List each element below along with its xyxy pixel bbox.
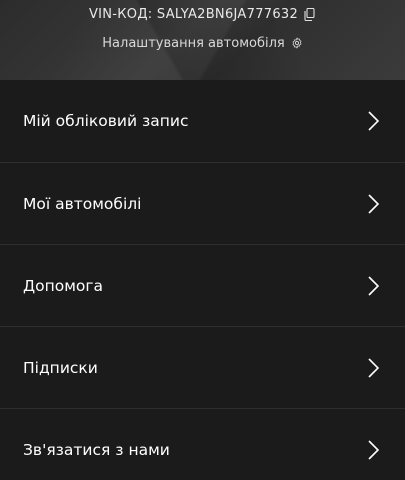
vin-text: VIN-КОД: SALYA2BN6JA777632 (88, 6, 299, 22)
vehicle-header: VIN-КОД: SALYA2BN6JA777632 Налаштування … (0, 0, 405, 80)
menu-item-label: Підписки (23, 358, 98, 377)
chevron-right-icon (368, 275, 379, 296)
chevron-right-icon (368, 440, 379, 460)
chevron-right-icon (368, 357, 379, 378)
vehicle-settings-label: Налаштування автомобіля (102, 35, 285, 51)
menu-item-help[interactable]: Допомога (0, 245, 405, 327)
menu-item-label: Допомога (23, 276, 104, 295)
menu-item-my-account[interactable]: Мій обліковий запис (0, 80, 405, 163)
vehicle-settings-link[interactable]: Налаштування автомобіля (0, 33, 405, 53)
menu-item-label: Мої автомобілі (23, 194, 142, 213)
account-menu: Мій обліковий запис Мої автомобілі Допом… (0, 80, 405, 480)
chevron-right-icon (368, 193, 379, 214)
chevron-right-icon (368, 111, 379, 131)
menu-item-my-vehicles[interactable]: Мої автомобілі (0, 163, 405, 245)
menu-item-contact-us[interactable]: Зв'язатися з нами (0, 409, 405, 480)
gear-icon (291, 37, 303, 49)
vin-row: VIN-КОД: SALYA2BN6JA777632 (0, 4, 405, 24)
menu-item-label: Мій обліковий запис (23, 112, 189, 130)
copy-icon[interactable] (304, 7, 316, 21)
menu-item-label: Зв'язатися з нами (23, 441, 170, 459)
menu-item-subscriptions[interactable]: Підписки (0, 327, 405, 409)
